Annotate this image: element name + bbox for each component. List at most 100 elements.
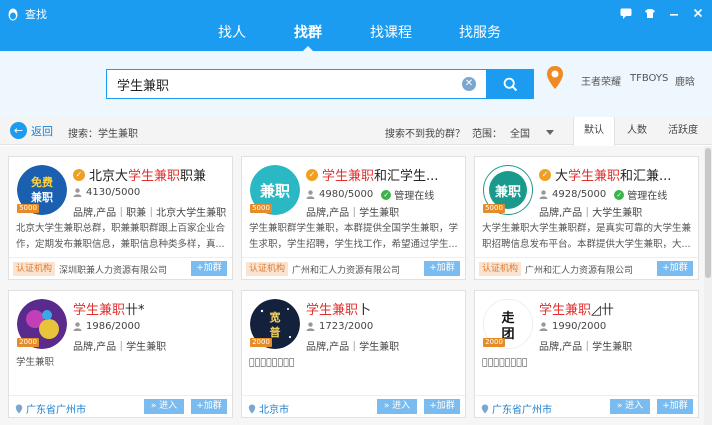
join-group-button[interactable]: +加群 xyxy=(424,261,460,276)
group-card[interactable]: 免费 兼职 5000 ✓ 北京大 学生兼职 职兼 4130/5000 品牌,产品｜职兼… xyxy=(8,156,233,280)
enter-group-button[interactable]: » 进入 xyxy=(144,399,184,414)
member-icon xyxy=(73,188,82,197)
tab-find-people[interactable]: 找人 xyxy=(218,22,246,42)
group-name-prefix: 大 xyxy=(555,169,569,184)
member-count: 4928/5000 ✓ 管理在线 xyxy=(539,187,667,202)
group-card[interactable]: 2000 学生兼职 卄* 1986/2000 品牌,产品｜学生兼职 学生兼职 广东… xyxy=(8,290,233,418)
hot-word-1[interactable]: 王者荣耀 xyxy=(581,73,621,88)
back-arrow-icon: ← xyxy=(10,122,27,139)
group-name-suffix: 和汇兼... xyxy=(620,169,672,184)
group-tags: 品牌,产品｜学生兼职 xyxy=(306,208,400,219)
group-name-highlight: 学生兼职 xyxy=(128,169,181,184)
group-card[interactable]: 宽普 2000 学生兼职卜 1723/2000 品牌,产品｜学生兼职 学᷊生᷊兼… xyxy=(241,290,466,418)
group-name-highlight: 学生兼职 xyxy=(568,169,621,184)
search-input[interactable] xyxy=(106,69,486,99)
group-level-badge: 5000 xyxy=(17,204,39,213)
group-level-badge: 2000 xyxy=(483,338,505,347)
group-level-badge: 5000 xyxy=(483,204,505,213)
location-pin-icon[interactable] xyxy=(545,65,565,91)
svg-text:兼职: 兼职 xyxy=(31,190,53,204)
managed-online-text: 管理在线 xyxy=(627,191,668,202)
group-location: 北京市 xyxy=(248,401,289,416)
scroll-thumb[interactable] xyxy=(705,148,711,278)
group-name-suffix: ◿卄 xyxy=(591,303,615,318)
group-location-text: 广东省广州市 xyxy=(492,405,552,416)
group-tags: 品牌,产品｜学生兼职 xyxy=(73,342,167,353)
card-footer: 认证机构 广州和汇人力资源有限公司 +加群 xyxy=(475,257,698,279)
sort-default[interactable]: 默认 xyxy=(573,117,615,146)
group-name-suffix: 和汇学生... xyxy=(374,169,439,184)
sort-activity[interactable]: 活跃度 xyxy=(660,117,706,145)
svg-text:宽: 宽 xyxy=(269,310,281,324)
member-count: 1986/2000 xyxy=(73,321,140,332)
member-count-text: 4980/5000 xyxy=(319,189,374,200)
tab-find-courses[interactable]: 找课程 xyxy=(370,22,412,42)
tab-find-services[interactable]: 找服务 xyxy=(459,22,501,42)
group-name-suffix: 卜 xyxy=(358,303,372,318)
clear-icon[interactable]: ✕ xyxy=(462,77,476,91)
svg-text:兼职: 兼职 xyxy=(495,184,521,200)
svg-text:普: 普 xyxy=(270,325,281,339)
managed-online-text: 管理在线 xyxy=(394,191,435,202)
card-footer: 认证机构 广州和汇人力资源有限公司 +加群 xyxy=(242,257,465,279)
search-icon xyxy=(503,77,517,91)
member-icon xyxy=(306,322,315,331)
group-search-window: 查找 找人 找群 找课程 找服务 ✕ xyxy=(0,0,712,425)
join-group-button[interactable]: +加群 xyxy=(657,399,693,414)
group-location-text: 北京市 xyxy=(259,405,289,416)
member-count: 4980/5000 ✓ 管理在线 xyxy=(306,187,434,202)
member-icon xyxy=(539,322,548,331)
member-count-text: 4928/5000 xyxy=(552,189,607,200)
join-group-button[interactable]: +加群 xyxy=(191,261,227,276)
certified-org-tag: 认证机构 xyxy=(246,262,289,276)
group-location: 广东省广州市 xyxy=(481,401,552,416)
hot-word-3[interactable]: 鹿晗 xyxy=(675,73,695,88)
join-group-button[interactable]: +加群 xyxy=(424,399,460,414)
group-card[interactable]: 兼职 5000 ✓ 学生兼职 和汇学生... 4980/5000 ✓ 管理在线 品牌… xyxy=(241,156,466,280)
back-button[interactable]: ← 返回 xyxy=(10,122,53,139)
group-description: 学生兼职 xyxy=(16,357,55,368)
svg-text:兼职: 兼职 xyxy=(260,182,290,200)
group-name: 学生兼职卜 xyxy=(306,299,462,318)
tab-find-groups[interactable]: 找群 xyxy=(294,22,322,42)
sort-members[interactable]: 人数 xyxy=(617,117,657,145)
search-button[interactable] xyxy=(486,69,534,99)
range-select[interactable]: 全国 xyxy=(510,125,554,140)
svg-text:走: 走 xyxy=(501,310,515,326)
enter-group-button[interactable]: » 进入 xyxy=(610,399,650,414)
member-count-text: 1723/2000 xyxy=(319,321,374,332)
card-footer: 认证机构 深圳职兼人力资源有限公司 +加群 xyxy=(9,257,232,279)
card-footer: 广东省广州市 » 进入 +加群 xyxy=(475,395,698,417)
svg-text:免费: 免费 xyxy=(31,175,53,189)
back-label: 返回 xyxy=(31,124,53,138)
location-icon xyxy=(481,404,489,413)
group-card[interactable]: 兼职 5000 ✓ 大学生兼职 和汇兼... 4928/5000 ✓ 管理在线 品牌… xyxy=(474,156,699,280)
group-name-highlight: 学生兼职 xyxy=(306,303,359,318)
not-found-link[interactable]: 搜索不到我的群？ xyxy=(385,125,465,140)
group-name-prefix: 北京大 xyxy=(89,169,129,184)
scrollbar[interactable] xyxy=(704,146,712,425)
group-card[interactable]: 走团 2000 学生兼职 ◿卄 1990/2000 品牌,产品｜学生兼职 学᷊生᷊… xyxy=(474,290,699,418)
search-box: ✕ xyxy=(106,69,534,99)
group-description: 北京大学生兼职总群，职兼兼职群跟上百家企业合作，定期发布兼职信息，兼职信息种类多… xyxy=(16,223,226,250)
member-count-text: 4130/5000 xyxy=(86,187,141,198)
member-icon xyxy=(306,190,315,199)
enter-group-button[interactable]: » 进入 xyxy=(377,399,417,414)
group-name: 学生兼职 ◿卄 xyxy=(539,299,695,318)
card-footer: 北京市 » 进入 +加群 xyxy=(242,395,465,417)
card-footer: 广东省广州市 » 进入 +加群 xyxy=(9,395,232,417)
group-location: 广东省广州市 xyxy=(15,401,86,416)
group-name: ✓ 北京大 学生兼职 职兼 xyxy=(73,165,229,184)
location-icon xyxy=(15,404,23,413)
org-name: 广州和汇人力资源有限公司 xyxy=(292,266,401,276)
join-group-button[interactable]: +加群 xyxy=(657,261,693,276)
check-icon: ✓ xyxy=(614,189,625,200)
nav-tabs: 找人 找群 找课程 找服务 xyxy=(0,17,712,52)
group-level-badge: 2000 xyxy=(250,338,272,347)
hot-word-2[interactable]: TFBOYS xyxy=(630,73,668,84)
join-group-button[interactable]: +加群 xyxy=(191,399,227,414)
filter-bar: ← 返回 搜索：学生兼职 搜索不到我的群？ 范围： 全国 默认 人数 活跃度 xyxy=(0,117,712,146)
location-icon xyxy=(248,404,256,413)
managed-online: ✓ 管理在线 xyxy=(381,187,434,202)
group-tags: 品牌,产品｜职兼｜北京大学生兼职 xyxy=(73,208,227,219)
